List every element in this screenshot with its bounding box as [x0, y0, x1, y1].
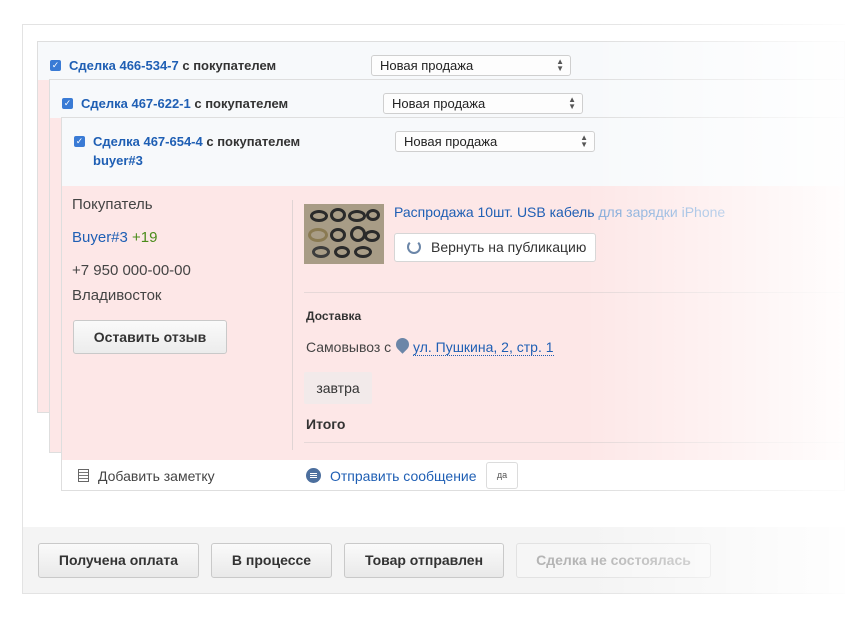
deal-1-suffix: с покупателем — [178, 58, 277, 73]
deal-3-link[interactable]: Сделка 467-654-4 — [93, 134, 203, 149]
select-arrows-icon: ▲ ▼ — [568, 95, 576, 111]
buyer-name-link[interactable]: Buyer#3 — [72, 229, 128, 246]
buyer-info: Buyer#3 +19 — [72, 229, 158, 246]
return-to-publication-button[interactable]: Вернуть на публикацию — [394, 233, 596, 262]
deal-3-checkbox[interactable]: ✓ — [74, 136, 85, 147]
total-label: Итого — [306, 416, 346, 432]
buyer-label: Покупатель — [72, 196, 153, 213]
payment-received-button[interactable]: Получена оплата — [38, 543, 199, 578]
return-button-label: Вернуть на публикацию — [431, 239, 587, 255]
deal-1-status-select[interactable]: Новая продажа ▲ ▼ — [371, 55, 571, 76]
add-note-link[interactable]: Добавить заметку — [98, 468, 215, 484]
deal-3-buyer-line: buyer#3 — [93, 153, 143, 168]
deal-2-checkbox[interactable]: ✓ — [62, 98, 73, 109]
buyer-city: Владивосток — [72, 287, 162, 304]
product-title-rest: для зарядки iPhone — [594, 204, 726, 220]
deal-3-buyer-link[interactable]: buyer#3 — [93, 153, 143, 168]
deal-failed-button[interactable]: Сделка не состоялась — [516, 543, 711, 578]
buyer-rating: +19 — [132, 229, 158, 246]
delivery-date-badge: завтра — [304, 372, 372, 404]
deal-card-3 — [61, 117, 845, 491]
product-title-link[interactable]: Распродажа 10шт. USB кабель для зарядки … — [394, 204, 725, 220]
select-arrows-icon: ▲ ▼ — [556, 57, 564, 73]
deal-2-status-value: Новая продажа — [392, 96, 486, 111]
delivery-label: Доставка — [306, 309, 362, 323]
deal-3-status-value: Новая продажа — [404, 134, 498, 149]
in-progress-button[interactable]: В процессе — [211, 543, 332, 578]
deal-1-title: Сделка 466-534-7 с покупателем — [69, 58, 276, 73]
send-message-link[interactable]: Отправить сообщение — [330, 468, 477, 484]
pickup-address-link[interactable]: ул. Пушкина, 2, стр. 1 — [413, 339, 554, 356]
section-divider — [304, 292, 845, 293]
deal-3-suffix: с покупателем — [202, 134, 301, 149]
yes-badge[interactable]: да — [486, 462, 518, 489]
deal-1-link[interactable]: Сделка 466-534-7 — [69, 58, 179, 73]
deal-3-status-select[interactable]: Новая продажа ▲ ▼ — [395, 131, 595, 152]
message-icon — [306, 468, 321, 483]
product-title-main: Распродажа 10шт. USB кабель — [394, 204, 595, 220]
section-divider — [304, 442, 845, 443]
column-divider — [292, 200, 293, 450]
deal-card-header — [62, 118, 844, 186]
note-icon — [78, 469, 89, 482]
deal-1-status-value: Новая продажа — [380, 58, 474, 73]
deal-1-checkbox[interactable]: ✓ — [50, 60, 61, 71]
deal-3-title: Сделка 467-654-4 с покупателем — [93, 134, 300, 149]
deal-2-link[interactable]: Сделка 467-622-1 — [81, 96, 191, 111]
pickup-text: Самовывоз с — [306, 339, 392, 355]
leave-review-button[interactable]: Оставить отзыв — [73, 320, 227, 354]
deal-2-status-select[interactable]: Новая продажа ▲ ▼ — [383, 93, 583, 114]
deal-2-suffix: с покупателем — [190, 96, 289, 111]
product-thumbnail[interactable] — [304, 204, 384, 264]
refresh-icon — [407, 240, 421, 254]
deal-2-title: Сделка 467-622-1 с покупателем — [81, 96, 288, 111]
buyer-phone: +7 950 000-00-00 — [72, 262, 191, 279]
select-arrows-icon: ▲ ▼ — [580, 133, 588, 149]
item-shipped-button[interactable]: Товар отправлен — [344, 543, 504, 578]
